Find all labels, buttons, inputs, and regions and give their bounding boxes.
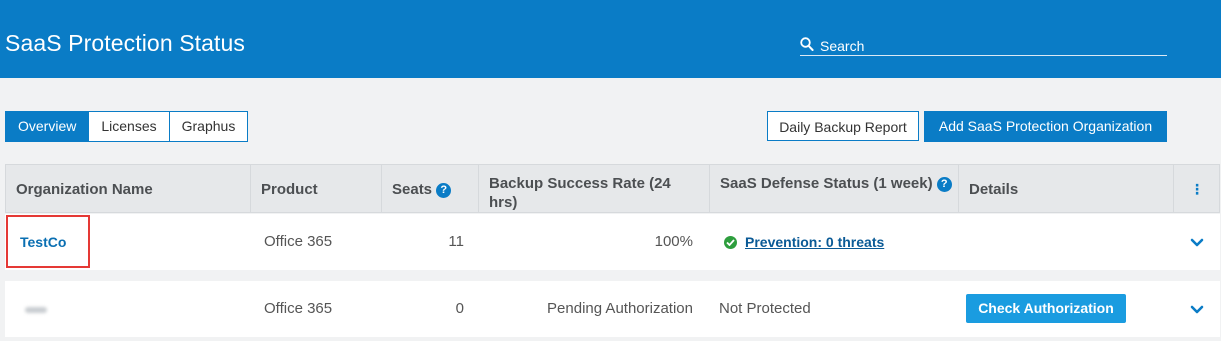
chevron-down-icon[interactable]: [1190, 236, 1204, 250]
defense-status-cell: Not Protected: [719, 300, 811, 317]
column-organization-name[interactable]: Organization Name: [6, 165, 251, 212]
top-header-bar: SaaS Protection Status Search: [0, 0, 1221, 78]
defense-status-cell: Prevention: 0 threats: [724, 214, 884, 270]
tab-overview[interactable]: Overview: [5, 111, 90, 142]
defense-help-icon[interactable]: ?: [936, 176, 952, 192]
daily-backup-report-button[interactable]: Daily Backup Report: [767, 111, 919, 141]
backup-rate-cell: Pending Authorization: [547, 300, 693, 317]
search-input[interactable]: Search: [800, 37, 1167, 56]
product-cell: Office 365: [264, 300, 333, 317]
highlight-box: [6, 215, 90, 268]
page-title: SaaS Protection Status: [5, 30, 246, 56]
check-circle-icon: [724, 235, 737, 249]
view-tabs: Overview Licenses Graphus: [5, 111, 249, 142]
table-header: Organization Name Product Seats ? Backup…: [5, 164, 1220, 213]
product-cell: Office 365: [264, 233, 333, 250]
seats-help-icon[interactable]: ?: [436, 182, 452, 198]
search-icon: [800, 37, 814, 51]
column-options-icon[interactable]: ⋮: [1190, 182, 1204, 196]
seats-cell: 0: [455, 300, 464, 317]
column-seats-label: Seats: [392, 181, 433, 198]
search-placeholder: Search: [820, 38, 865, 54]
column-product[interactable]: Product: [251, 165, 382, 212]
column-defense-label: SaaS Defense Status (1 week): [720, 175, 933, 192]
column-seats[interactable]: Seats ?: [382, 165, 479, 212]
add-organization-button[interactable]: Add SaaS Protection Organization: [924, 111, 1167, 142]
column-saas-defense-status[interactable]: SaaS Defense Status (1 week) ?: [710, 165, 959, 212]
seats-cell: 11: [448, 233, 464, 250]
check-authorization-button[interactable]: Check Authorization: [966, 294, 1126, 323]
chevron-down-icon[interactable]: [1190, 303, 1204, 317]
tab-graphus[interactable]: Graphus: [169, 111, 249, 142]
table-row: TestCo Office 365 11 100% Prevention: 0 …: [5, 214, 1220, 270]
column-backup-success-rate[interactable]: Backup Success Rate (24 hrs): [479, 165, 710, 212]
column-details: Details: [959, 165, 1174, 212]
organization-name-redacted[interactable]: [25, 307, 47, 313]
tab-licenses[interactable]: Licenses: [89, 111, 170, 142]
prevention-threats-link[interactable]: Prevention: 0 threats: [745, 234, 884, 250]
backup-rate-cell: 100%: [654, 233, 693, 250]
